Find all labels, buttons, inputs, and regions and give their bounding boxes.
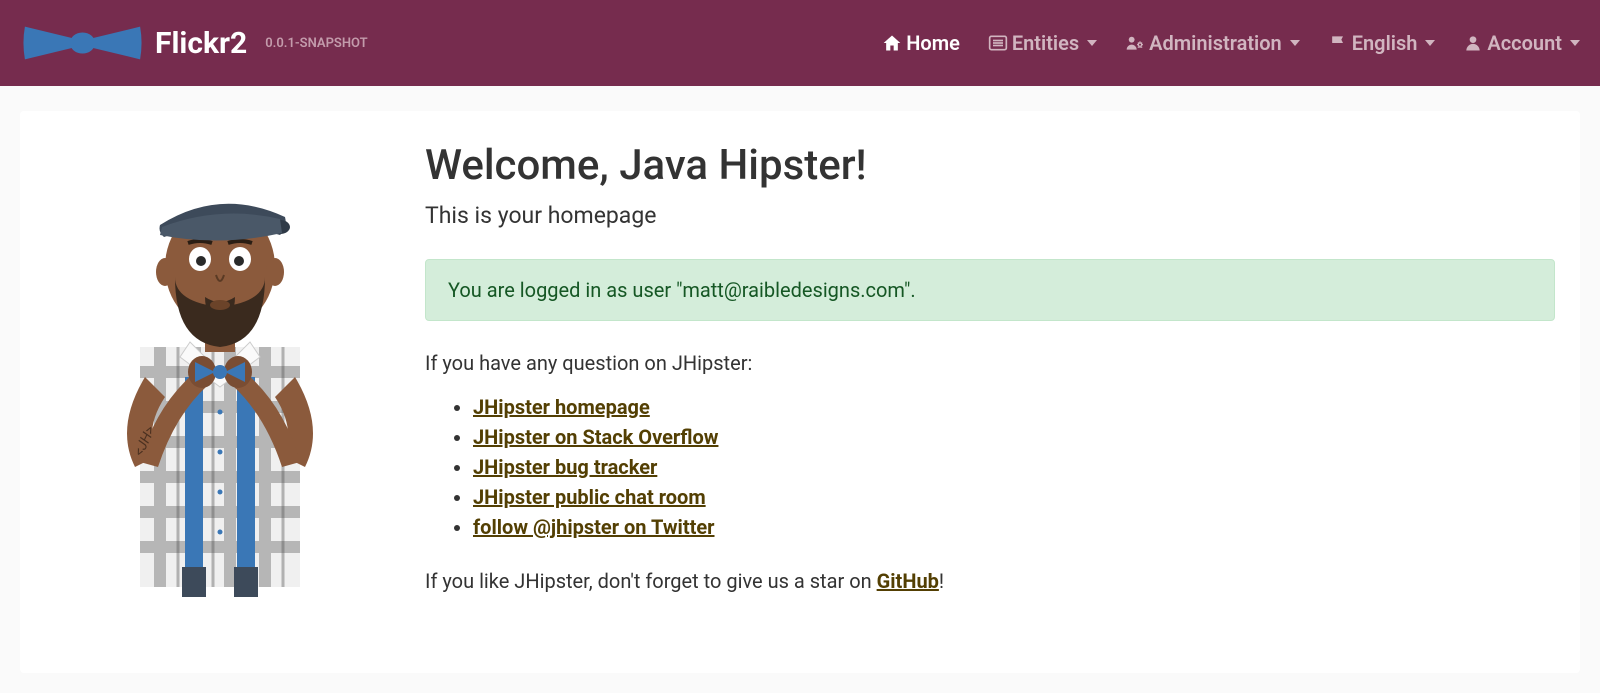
helpful-links-list: JHipster homepage JHipster on Stack Over…	[425, 395, 1555, 539]
content-column: Welcome, Java Hipster! This is your home…	[425, 141, 1555, 613]
list-item: JHipster bug tracker	[473, 455, 1555, 479]
page-lead: This is your homepage	[425, 202, 1555, 229]
nav-home[interactable]: Home	[882, 31, 960, 55]
nav-entities-label: Entities	[1012, 31, 1079, 55]
link-jhipster-chat[interactable]: JHipster public chat room	[473, 485, 706, 509]
main-content: <JH>	[20, 111, 1580, 673]
home-icon	[882, 33, 902, 53]
nav-account-label: Account	[1487, 31, 1562, 55]
hipster-image-column: <JH>	[45, 141, 395, 613]
user-icon	[1463, 33, 1483, 53]
link-jhipster-homepage[interactable]: JHipster homepage	[473, 395, 650, 419]
nav-menu: Home Entities Administration English Acc…	[882, 31, 1580, 55]
nav-account[interactable]: Account	[1463, 31, 1580, 55]
list-item: JHipster on Stack Overflow	[473, 425, 1555, 449]
chevron-down-icon	[1290, 40, 1300, 46]
brand-section[interactable]: Flickr2 0.0.1-SNAPSHOT	[20, 19, 368, 67]
hipster-illustration: <JH>	[100, 141, 340, 613]
nav-administration-label: Administration	[1149, 31, 1282, 55]
link-jhipster-bugtracker[interactable]: JHipster bug tracker	[473, 455, 657, 479]
nav-home-label: Home	[906, 31, 960, 55]
list-item: follow @jhipster on Twitter	[473, 515, 1555, 539]
link-github[interactable]: GitHub	[877, 569, 939, 593]
list-icon	[988, 33, 1008, 53]
question-text: If you have any question on JHipster:	[425, 351, 1555, 375]
nav-language-label: English	[1352, 31, 1418, 55]
footer-suffix: !	[939, 569, 944, 593]
footer-prefix: If you like JHipster, don't forget to gi…	[425, 569, 877, 593]
link-jhipster-stackoverflow[interactable]: JHipster on Stack Overflow	[473, 425, 718, 449]
navbar: Flickr2 0.0.1-SNAPSHOT Home Entities Adm…	[0, 0, 1600, 86]
chevron-down-icon	[1087, 40, 1097, 46]
chevron-down-icon	[1425, 40, 1435, 46]
nav-entities[interactable]: Entities	[988, 31, 1097, 55]
nav-language[interactable]: English	[1328, 31, 1436, 55]
footer-text: If you like JHipster, don't forget to gi…	[425, 569, 1555, 593]
brand-name: Flickr2	[155, 26, 247, 61]
list-item: JHipster homepage	[473, 395, 1555, 419]
page-title: Welcome, Java Hipster!	[425, 141, 1555, 190]
login-alert: You are logged in as user "matt@raiblede…	[425, 259, 1555, 321]
users-cog-icon	[1125, 33, 1145, 53]
chevron-down-icon	[1570, 40, 1580, 46]
list-item: JHipster public chat room	[473, 485, 1555, 509]
flag-icon	[1328, 33, 1348, 53]
bowtie-logo-icon	[20, 19, 145, 67]
version-label: 0.0.1-SNAPSHOT	[265, 36, 367, 51]
nav-administration[interactable]: Administration	[1125, 31, 1300, 55]
link-jhipster-twitter[interactable]: follow @jhipster on Twitter	[473, 515, 715, 539]
